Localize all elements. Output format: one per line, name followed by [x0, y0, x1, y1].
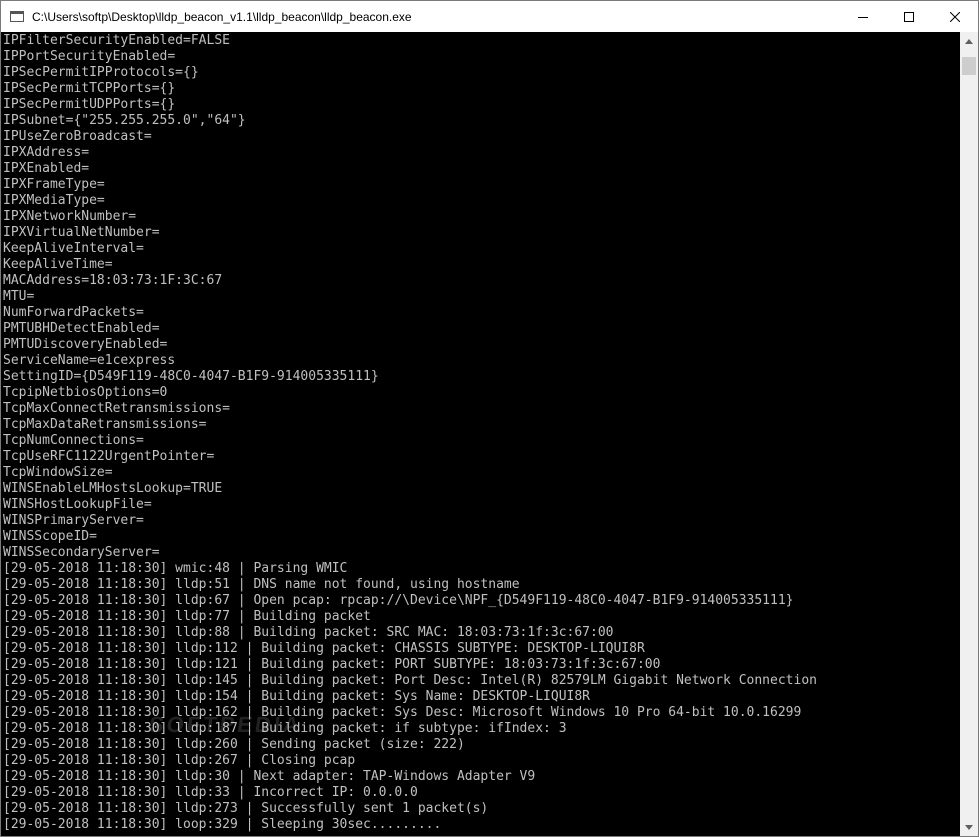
console-line: [29-05-2018 11:18:30] lldp:88 | Building…	[3, 625, 614, 640]
console-line: ServiceName=e1cexpress	[3, 353, 176, 368]
console-line: TcpUseRFC1122UrgentPointer=	[3, 449, 215, 464]
scroll-up-arrow-icon	[965, 38, 973, 44]
console-line: [29-05-2018 11:18:30] lldp:267 | Closing…	[3, 753, 356, 768]
console-line: MACAddress=18:03:73:1F:3C:67	[3, 273, 223, 288]
console-line: [29-05-2018 11:18:30] lldp:187 | Buildin…	[3, 721, 567, 736]
console-app-icon[interactable]	[10, 11, 24, 22]
console-line: TcpMaxDataRetransmissions=	[3, 417, 207, 432]
title-bar[interactable]: C:\Users\softp\Desktop\lldp_beacon_v1.1\…	[1, 1, 978, 32]
console-line: MTU=	[3, 289, 35, 304]
minimize-icon	[858, 16, 868, 18]
console-line: IPXFrameType=	[3, 177, 105, 192]
console-window: C:\Users\softp\Desktop\lldp_beacon_v1.1\…	[0, 0, 979, 837]
console-line: IPUseZeroBroadcast=	[3, 129, 152, 144]
console-line: [29-05-2018 11:18:30] lldp:273 | Success…	[3, 801, 489, 816]
console-line: IPPortSecurityEnabled=	[3, 49, 176, 64]
console-line: IPSecPermitTCPPorts={}	[3, 81, 176, 96]
close-button[interactable]	[932, 1, 978, 32]
console-line: KeepAliveTime=	[3, 257, 113, 272]
scroll-up-button[interactable]	[960, 32, 978, 50]
console-line: PMTUBHDetectEnabled=	[3, 321, 160, 336]
close-icon	[950, 11, 960, 22]
console-line: [29-05-2018 11:18:30] lldp:33 | Incorrec…	[3, 785, 418, 800]
console-line: WINSHostLookupFile=	[3, 497, 152, 512]
maximize-icon	[904, 11, 914, 22]
console-line: IPSecPermitIPProtocols={}	[3, 65, 199, 80]
console-line: IPFilterSecurityEnabled=FALSE	[3, 33, 230, 48]
console-line: TcpMaxConnectRetransmissions=	[3, 401, 230, 416]
console-line: [29-05-2018 11:18:30] lldp:30 | Next ada…	[3, 769, 536, 784]
console-line: WINSScopeID=	[3, 529, 97, 544]
console-line: IPSubnet={"255.255.255.0","64"}	[3, 113, 246, 128]
console-line: [29-05-2018 11:18:30] lldp:77 | Building…	[3, 609, 371, 624]
console-line: WINSEnableLMHostsLookup=TRUE	[3, 481, 223, 496]
minimize-button[interactable]	[840, 1, 886, 32]
console-line: WINSPrimaryServer=	[3, 513, 144, 528]
console-line: IPXMediaType=	[3, 193, 105, 208]
console-line: IPXAddress=	[3, 145, 90, 160]
console-line: IPSecPermitUDPPorts={}	[3, 97, 176, 112]
console-line: IPXEnabled=	[3, 161, 90, 176]
console-line: [29-05-2018 11:18:30] lldp:112 | Buildin…	[3, 641, 645, 656]
console-line: [29-05-2018 11:18:30] wmic:48 | Parsing …	[3, 561, 348, 576]
console-line: TcpipNetbiosOptions=0	[3, 385, 168, 400]
console-line: TcpNumConnections=	[3, 433, 144, 448]
console-line: [29-05-2018 11:18:30] lldp:121 | Buildin…	[3, 657, 661, 672]
console-line: KeepAliveInterval=	[3, 241, 144, 256]
console-text: IPFilterSecurityEnabled=FALSE IPPortSecur…	[3, 33, 817, 833]
console-line: [29-05-2018 11:18:30] lldp:162 | Buildin…	[3, 705, 802, 720]
console-line: [29-05-2018 11:18:30] lldp:51 | DNS name…	[3, 577, 520, 592]
window-title: C:\Users\softp\Desktop\lldp_beacon_v1.1\…	[32, 9, 412, 24]
scroll-down-arrow-icon	[965, 824, 973, 830]
console-line: TcpWindowSize=	[3, 465, 113, 480]
console-line: [29-05-2018 11:18:30] loop:329 | Sleepin…	[3, 817, 442, 832]
scroll-thumb[interactable]	[962, 57, 976, 75]
console-output[interactable]: IPFilterSecurityEnabled=FALSE IPPortSecur…	[1, 32, 960, 836]
console-line: WINSSecondaryServer=	[3, 545, 160, 560]
window-controls	[840, 1, 978, 32]
console-line: [29-05-2018 11:18:30] lldp:145 | Buildin…	[3, 673, 817, 688]
console-line: [29-05-2018 11:18:30] lldp:154 | Buildin…	[3, 689, 590, 704]
console-line: IPXVirtualNetNumber=	[3, 225, 160, 240]
console-line: SettingID={D549F119-48C0-4047-B1F9-91400…	[3, 369, 379, 384]
console-line: [29-05-2018 11:18:30] lldp:67 | Open pca…	[3, 593, 794, 608]
console-line: NumForwardPackets=	[3, 305, 144, 320]
console-line: IPXNetworkNumber=	[3, 209, 137, 224]
vertical-scrollbar[interactable]	[960, 32, 978, 836]
scroll-down-button[interactable]	[960, 818, 978, 836]
maximize-button[interactable]	[886, 1, 932, 32]
console-line: [29-05-2018 11:18:30] lldp:260 | Sending…	[3, 737, 465, 752]
console-line: PMTUDiscoveryEnabled=	[3, 337, 168, 352]
